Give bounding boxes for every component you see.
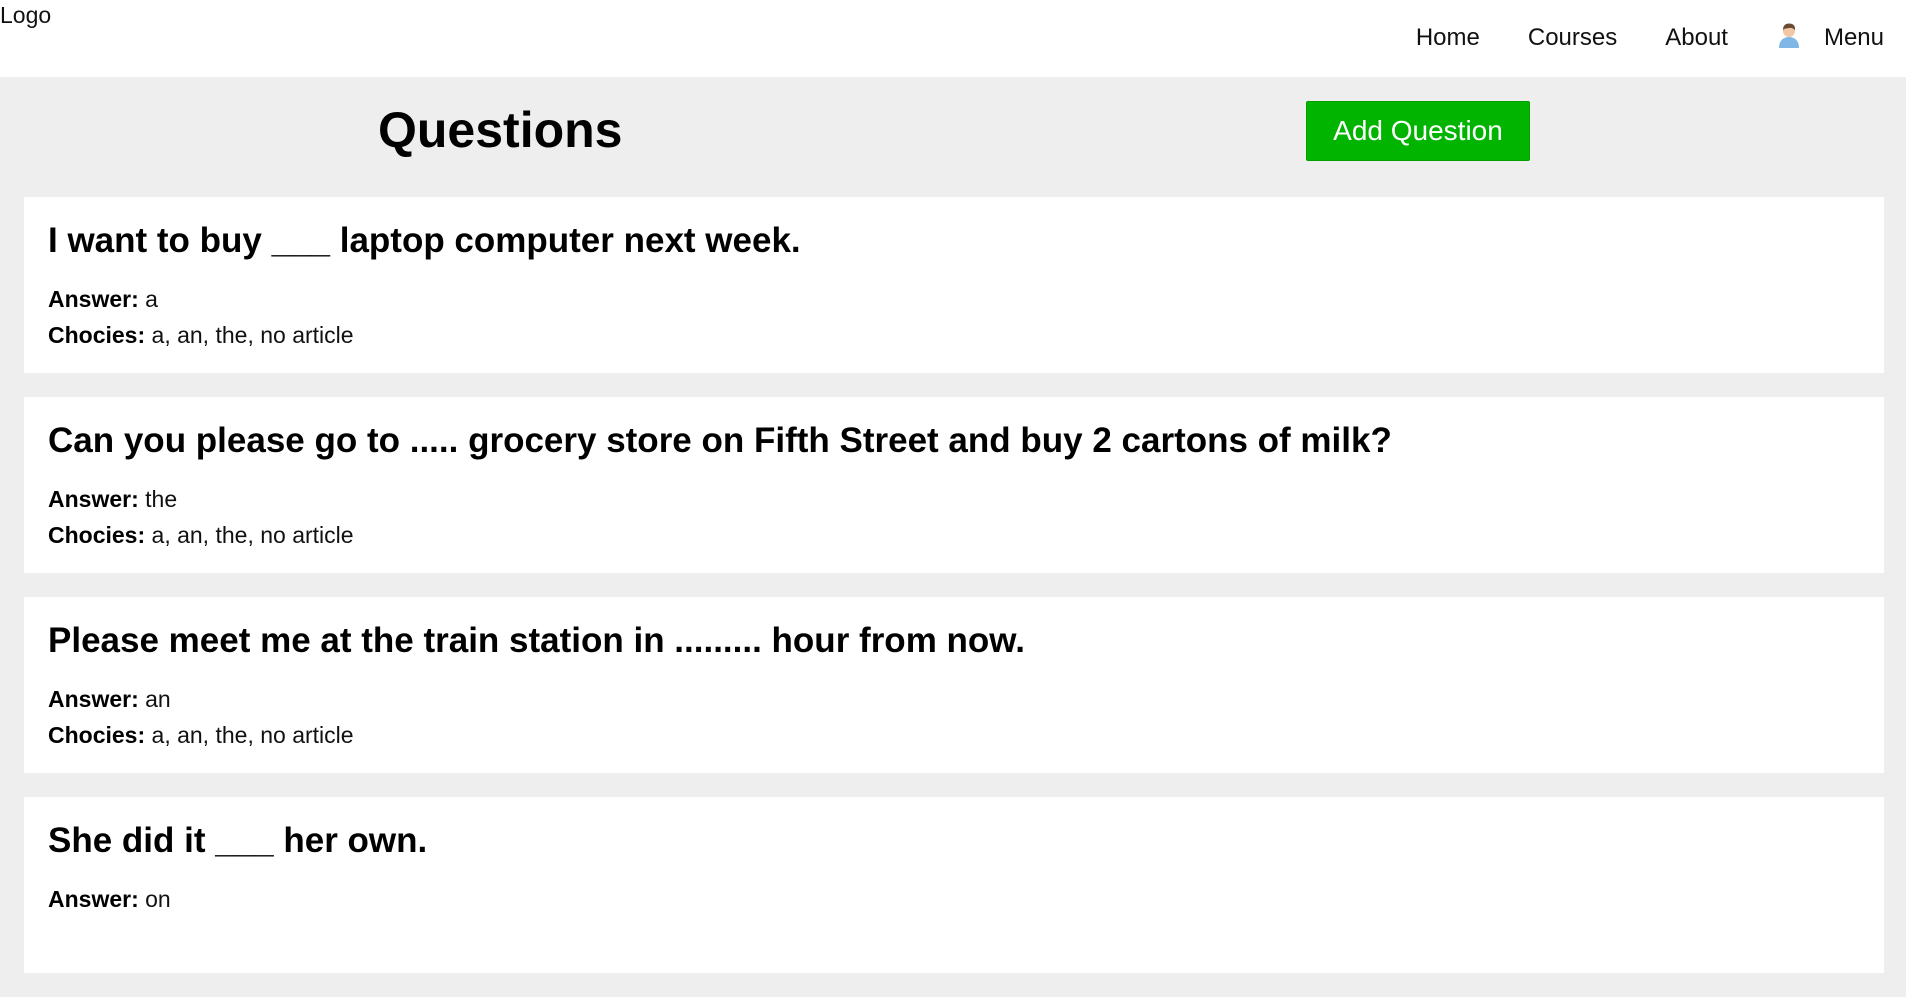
add-question-button[interactable]: Add Question <box>1306 101 1530 161</box>
menu-button[interactable]: Menu <box>1776 23 1884 52</box>
answer-value: on <box>145 886 171 912</box>
choices-row: Chocies: a, an, the, no article <box>48 717 1860 753</box>
page-header: Questions Add Question <box>0 77 1906 197</box>
answer-label: Answer: <box>48 286 139 312</box>
nav-about-link[interactable]: About <box>1665 24 1728 52</box>
choices-value: a, an, the, no article <box>151 722 354 748</box>
answer-label: Answer: <box>48 486 139 512</box>
question-card[interactable]: She did it ___ her own. Answer: on <box>24 797 1884 973</box>
nav-links: Home Courses About Menu <box>1416 23 1884 52</box>
question-card[interactable]: Please meet me at the train station in .… <box>24 597 1884 773</box>
choices-row: Chocies: a, an, the, no article <box>48 517 1860 553</box>
question-list: I want to buy ___ laptop computer next w… <box>24 197 1884 997</box>
logo[interactable]: Logo <box>0 2 51 29</box>
choices-row: Chocies: a, an, the, no article <box>48 317 1860 353</box>
question-card[interactable]: I want to buy ___ laptop computer next w… <box>24 197 1884 373</box>
answer-row: Answer: an <box>48 681 1860 717</box>
answer-row: Answer: a <box>48 281 1860 317</box>
choices-value: a, an, the, no article <box>151 522 354 548</box>
choices-value: a, an, the, no article <box>151 322 354 348</box>
answer-value: an <box>145 686 171 712</box>
choices-label: Chocies: <box>48 522 146 548</box>
nav-home-link[interactable]: Home <box>1416 24 1480 52</box>
question-card[interactable]: Can you please go to ..... grocery store… <box>24 397 1884 573</box>
user-avatar-icon <box>1778 23 1799 48</box>
answer-value: a <box>145 286 158 312</box>
question-text: Please meet me at the train station in .… <box>48 621 1025 660</box>
choices-label: Chocies: <box>48 722 146 748</box>
question-text: I want to buy ___ laptop computer next w… <box>48 221 801 260</box>
nav-courses-link[interactable]: Courses <box>1528 24 1617 52</box>
page-title: Questions <box>378 102 623 158</box>
answer-label: Answer: <box>48 886 139 912</box>
answer-label: Answer: <box>48 686 139 712</box>
top-navbar: Logo Home Courses About Menu <box>0 0 1906 77</box>
choices-label: Chocies: <box>48 322 146 348</box>
menu-label: Menu <box>1823 24 1884 51</box>
answer-value: the <box>145 486 178 512</box>
question-text: She did it ___ her own. <box>48 821 428 860</box>
question-text: Can you please go to ..... grocery store… <box>48 421 1392 460</box>
answer-row: Answer: the <box>48 481 1860 517</box>
